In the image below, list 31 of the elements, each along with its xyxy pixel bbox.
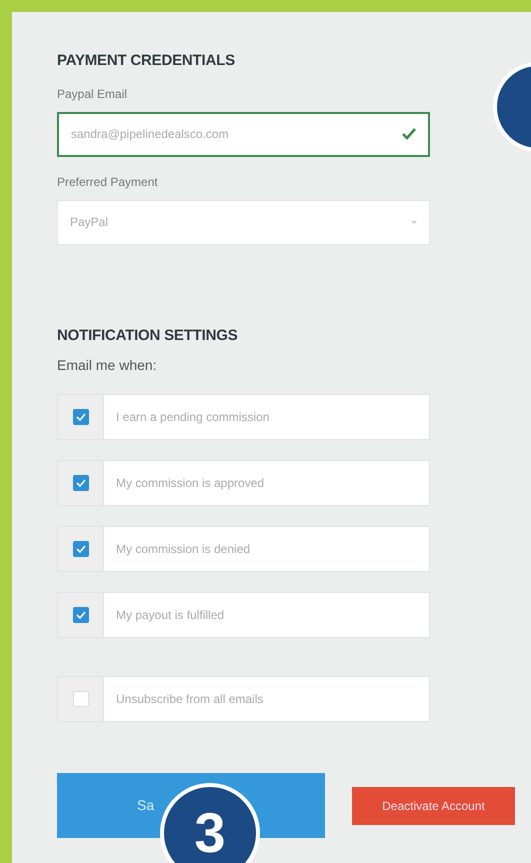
option-label: I earn a pending commission — [104, 395, 429, 439]
checkbox[interactable] — [72, 607, 88, 623]
checkmark-icon — [76, 545, 86, 553]
checkbox-row[interactable]: My commission is approved — [57, 460, 430, 506]
checkmark-icon — [76, 479, 86, 487]
payment-select[interactable]: PayPal — [57, 200, 430, 244]
option-label: My commission is approved — [104, 461, 429, 505]
section-heading: NOTIFICATION SETTINGS — [57, 326, 239, 346]
checkbox[interactable] — [72, 691, 88, 707]
option-label: My commission is denied — [104, 527, 429, 571]
field-label: Paypal Email — [57, 86, 128, 102]
section-heading: PAYMENT CREDENTIALS — [57, 51, 236, 71]
option-label: Unsubscribe from all emails — [104, 677, 429, 721]
caret-icon — [411, 220, 417, 224]
checkbox[interactable] — [72, 475, 88, 491]
field-value: sandra@pipelinedealsco.com — [71, 126, 229, 143]
select-value: PayPal — [70, 214, 108, 231]
field-label: Preferred Payment — [57, 174, 159, 190]
checkbox-row[interactable]: My payout is fulfilled — [57, 592, 430, 638]
option-label: My payout is fulfilled — [104, 593, 429, 637]
deactivate-button[interactable]: Deactivate Account — [352, 786, 515, 824]
checkbox-row[interactable]: My commission is denied — [57, 526, 430, 572]
checkmark-icon — [402, 128, 416, 140]
checkbox[interactable] — [72, 541, 88, 557]
checkmark-icon — [76, 611, 86, 619]
email-field[interactable]: sandra@pipelinedealsco.com — [57, 112, 430, 156]
checkmark-icon — [76, 413, 86, 421]
checkbox-row[interactable]: I earn a pending commission — [57, 394, 430, 440]
checkbox-row[interactable]: Unsubscribe from all emails — [57, 676, 430, 722]
checkbox[interactable] — [72, 409, 88, 425]
subtitle-text: Email me when: — [57, 356, 158, 375]
